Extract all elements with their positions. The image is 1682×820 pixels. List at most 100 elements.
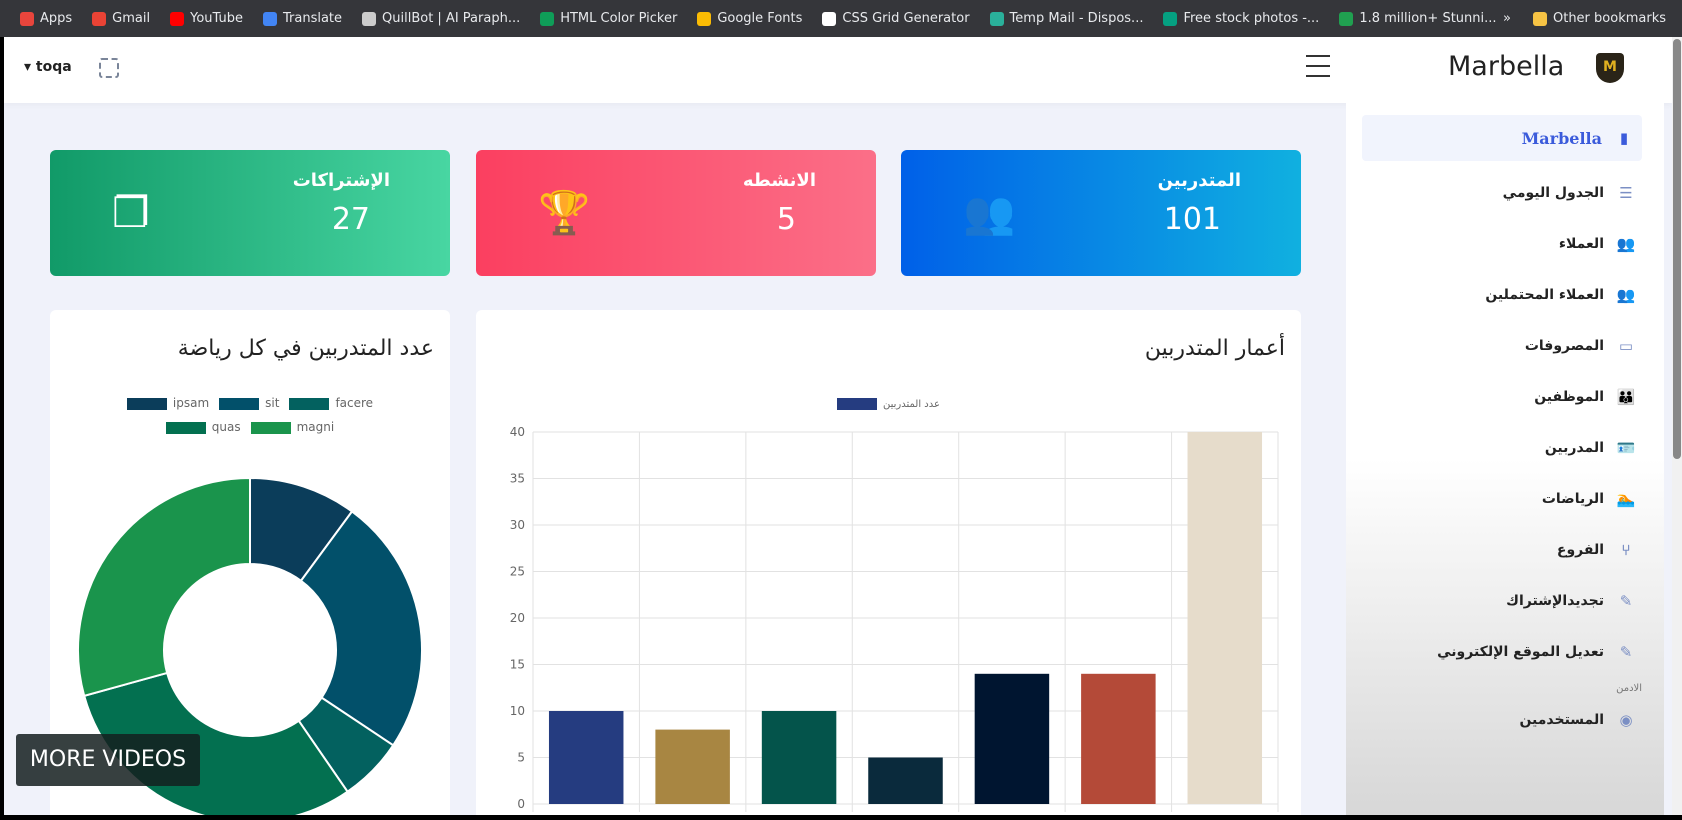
- sidebar-icon: ☰: [1619, 183, 1633, 202]
- sidebar-item-dashboard[interactable]: ▮ Marbella: [1362, 115, 1642, 161]
- legend-item[interactable]: ipsam: [126, 396, 210, 410]
- y-tick-label: 35: [510, 472, 525, 486]
- sidebar-item[interactable]: ⑂ الفروع: [1346, 524, 1664, 575]
- sidebar-icon: 👪: [1616, 387, 1636, 406]
- bar-11-17[interactable]: [655, 729, 730, 804]
- bookmark-item[interactable]: Google Fonts: [697, 11, 802, 26]
- bookmark-label: Gmail: [112, 11, 151, 26]
- bar-اكبر من 60[interactable]: [1187, 432, 1263, 804]
- donut-slice-magni[interactable]: [77, 476, 251, 698]
- sidebar-item[interactable]: 🏊 الرياضات: [1346, 473, 1664, 524]
- bar-35-45[interactable]: [974, 673, 1050, 804]
- sidebar-item-label: تجديدالإشتراك: [1506, 592, 1604, 609]
- sidebar-item[interactable]: ▭ المصروفات: [1346, 320, 1664, 371]
- legend-label: sit: [265, 396, 280, 410]
- donut-legend: ipsam sit facere quas magni: [110, 396, 390, 434]
- other-bookmarks-label: Other bookmarks: [1552, 11, 1666, 26]
- panel-title: أعمار المتدربين: [1144, 336, 1285, 361]
- bookmark-icon: [1163, 11, 1178, 26]
- stat-label: الانشطه: [742, 170, 816, 191]
- sidebar-item-label: Marbella: [1521, 128, 1602, 148]
- bookmark-item[interactable]: QuillBot | AI Paraph...: [362, 11, 520, 26]
- sidebar-icon: 🏊: [1616, 489, 1636, 508]
- fullscreen-icon[interactable]: [99, 58, 119, 78]
- sidebar-item-label: الموظفين: [1534, 388, 1604, 405]
- bar-legend: عدد المتدربين: [476, 398, 1301, 410]
- bookmark-icon: [92, 11, 107, 26]
- bookmark-label: Google Fonts: [717, 11, 803, 26]
- user-name: toqa: [35, 59, 72, 75]
- sidebar-icon: 🪪: [1616, 438, 1636, 457]
- legend-item[interactable]: sit: [219, 396, 279, 410]
- legend-item: عدد المتدربين: [837, 398, 940, 410]
- legend-label: facere: [335, 396, 374, 410]
- sidebar-icon: 👥: [1616, 234, 1636, 253]
- bookmark-item[interactable]: Apps: [20, 11, 72, 26]
- bookmark-icon: [989, 11, 1004, 26]
- panel-title: عدد المتدربين في كل رياضة: [177, 336, 434, 361]
- stat-card-trainees: المتدربين 101 👥: [901, 150, 1301, 276]
- bookmark-item[interactable]: HTML Color Picker: [540, 11, 677, 26]
- bookmark-label: Free stock photos -...: [1183, 11, 1320, 26]
- legend-item[interactable]: facere: [289, 396, 373, 410]
- stat-value: 27: [331, 202, 370, 237]
- bookmark-label: YouTube: [190, 11, 243, 26]
- legend-item[interactable]: magni: [250, 420, 334, 434]
- sidebar-item[interactable]: 👥 العملاء: [1346, 218, 1664, 269]
- y-tick-label: 40: [510, 425, 525, 439]
- bookmark-item[interactable]: Free stock photos -...: [1163, 11, 1319, 26]
- bookmark-icon: [822, 11, 837, 26]
- bookmark-icon: [170, 11, 185, 26]
- bookmarks-bar: Apps Gmail YouTube Translate QuillBot | AI P…: [0, 0, 1682, 37]
- sidebar-item-label: العملاء: [1558, 235, 1604, 252]
- legend-item[interactable]: quas: [165, 420, 241, 434]
- bookmark-item[interactable]: CSS Grid Generator: [822, 11, 970, 26]
- bookmark-icon: [20, 11, 34, 26]
- bar-46-60[interactable]: [1081, 673, 1156, 804]
- sidebar-icon: ✎: [1619, 591, 1633, 610]
- bookmarks-overflow[interactable]: »: [1503, 11, 1511, 26]
- other-bookmarks[interactable]: Other bookmarks: [1532, 11, 1666, 26]
- sidebar-item[interactable]: 👥 العملاء المحتملين: [1346, 269, 1664, 320]
- sidebar-item[interactable]: 👪 الموظفين: [1346, 371, 1664, 422]
- sidebar-icon: 👥: [1616, 285, 1636, 304]
- bookmark-icon: [262, 11, 277, 26]
- legend-label: ipsam: [172, 396, 210, 410]
- sidebar-item-label: العملاء المحتملين: [1485, 286, 1604, 303]
- sidebar-item-label: الرياضات: [1541, 490, 1604, 507]
- bookmark-item[interactable]: YouTube: [170, 11, 243, 26]
- users-icon: 👥: [963, 188, 1016, 237]
- more-videos-button[interactable]: MORE VIDEOS: [16, 734, 200, 786]
- bookmark-label: Temp Mail - Dispos...: [1009, 11, 1144, 26]
- bookmark-label: HTML Color Picker: [560, 11, 678, 26]
- stat-value: 5: [776, 202, 796, 237]
- bookmark-item[interactable]: 1.8 million+ Stunni...: [1339, 11, 1497, 26]
- y-tick-label: 15: [510, 658, 525, 672]
- sidebar-item[interactable]: ☰ الجدول اليومي: [1346, 167, 1664, 218]
- sidebar-item[interactable]: 🪪 المدربين: [1346, 422, 1664, 473]
- bar-chart: 05101520253035401-1011-1718-2425-3435-45…: [510, 425, 1279, 812]
- y-tick-label: 30: [510, 518, 525, 532]
- sidebar-section-admin: الادمن: [1616, 683, 1642, 694]
- bar-1-10[interactable]: [548, 711, 624, 804]
- sidebar-icon: ▭: [1618, 336, 1634, 355]
- bookmark-item[interactable]: Translate: [262, 11, 342, 26]
- sidebar-item-users[interactable]: ◉ المستخدمين: [1346, 694, 1664, 745]
- sidebar-item-label: المدربين: [1544, 439, 1604, 456]
- bookmark-icon: [697, 11, 712, 26]
- bookmark-item[interactable]: Gmail: [92, 11, 150, 26]
- bookmark-icon: [362, 11, 377, 26]
- y-tick-label: 25: [510, 565, 525, 579]
- y-tick-label: 0: [517, 797, 525, 811]
- bookmark-item[interactable]: Temp Mail - Dispos...: [989, 11, 1144, 26]
- user-menu[interactable]: ▾ toqa: [24, 59, 72, 75]
- sidebar-item[interactable]: ✎ تجديدالإشتراك: [1346, 575, 1664, 626]
- copy-icon: ❐: [112, 188, 150, 237]
- scrollbar[interactable]: [1672, 37, 1682, 815]
- bookmark-label: QuillBot | AI Paraph...: [382, 11, 521, 26]
- y-tick-label: 10: [510, 704, 525, 718]
- menu-toggle-icon[interactable]: [1306, 55, 1330, 85]
- bar-25-34[interactable]: [868, 757, 943, 805]
- bar-18-24[interactable]: [761, 711, 837, 804]
- sidebar-item[interactable]: ✎ تعديل الموقع الإلكتروني: [1346, 626, 1664, 677]
